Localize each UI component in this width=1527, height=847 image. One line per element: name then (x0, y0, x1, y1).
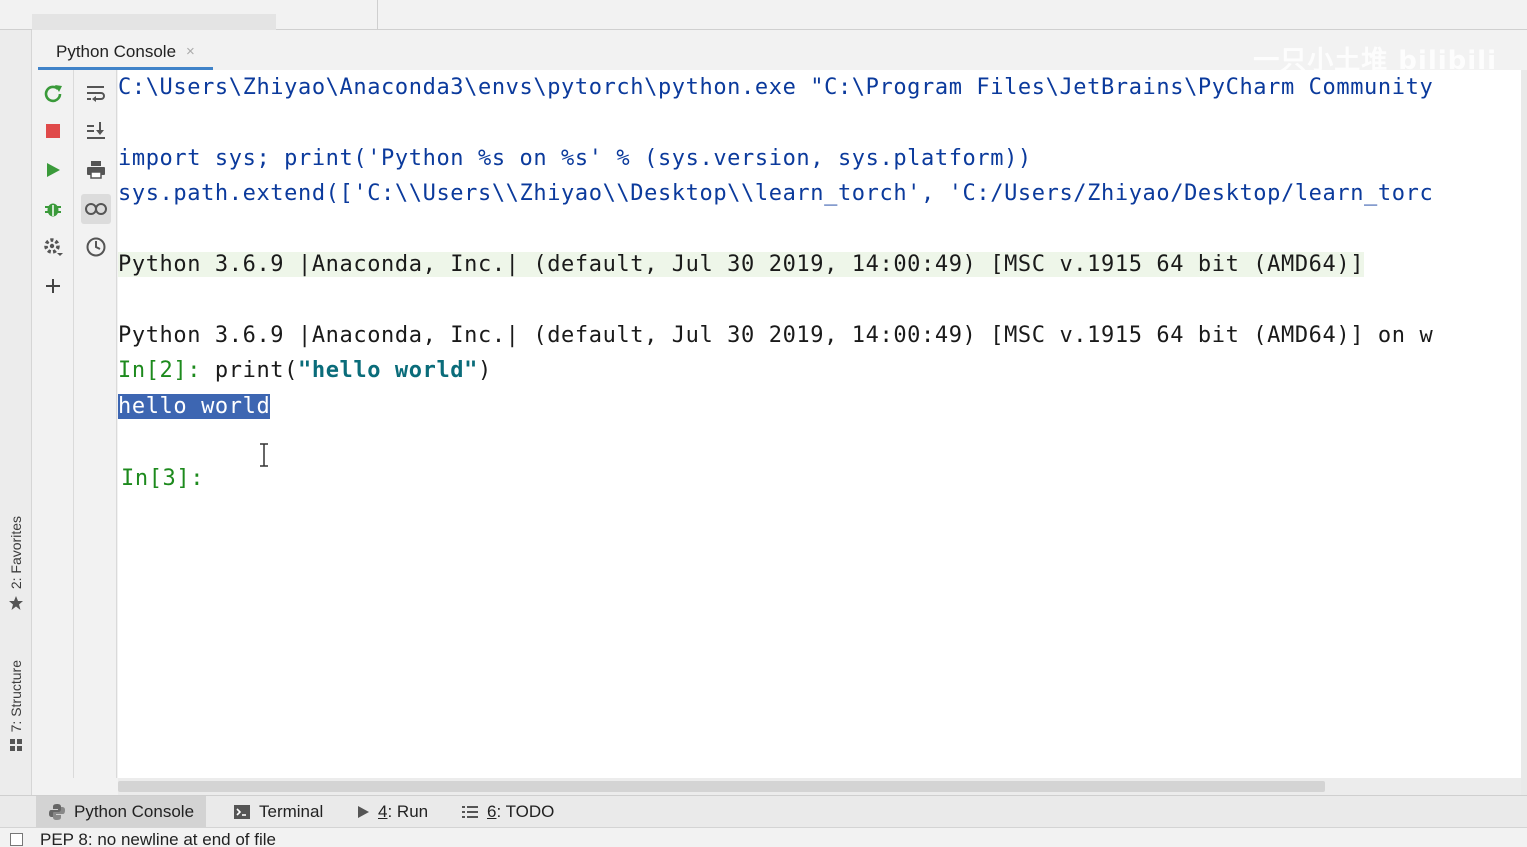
new-console-button[interactable] (38, 271, 68, 301)
terminal-icon (234, 804, 250, 819)
python-banner-text: Python 3.6.9 |Anaconda, Inc.| (default, … (118, 252, 1365, 277)
status-bar: PEP 8: no newline at end of file (0, 827, 1527, 847)
prompt-in-3: In[3]: (121, 466, 218, 491)
history-icon (86, 237, 106, 257)
console-vertical-scrollbar[interactable] (1521, 70, 1527, 795)
stop-icon (46, 124, 60, 138)
settings-button[interactable] (38, 232, 68, 262)
show-variables-icon (85, 203, 107, 215)
console-output[interactable]: C:\Users\Zhiyao\Anaconda3\envs\pytorch\p… (118, 70, 1521, 778)
stop-button[interactable] (38, 116, 68, 146)
todo-tool-tab[interactable]: 6: TODO (449, 796, 566, 827)
new-console-icon (46, 279, 60, 293)
console-view-toolbar (75, 70, 117, 778)
terminal-tool-tab[interactable]: Terminal (221, 796, 335, 827)
bottom-tool-tabs: Python Console Terminal 4: Run 6: TODO (0, 795, 1527, 827)
input-line-3[interactable]: In[3]: (121, 464, 218, 494)
status-toggle-checkbox[interactable] (10, 833, 23, 846)
interpreter-command-line: C:\Users\Zhiyao\Anaconda3\envs\pytorch\p… (118, 75, 1434, 100)
prompt-in-2: In[2]: (118, 358, 215, 383)
todo-label-text: : TODO (496, 801, 555, 821)
left-tool-stripe: 2: Favorites 7: Structure (0, 30, 32, 795)
structure-tool-button[interactable]: 7: Structure (4, 660, 28, 752)
editor-separator (377, 0, 378, 30)
print-icon (87, 161, 105, 179)
horizontal-scroll-thumb[interactable] (118, 781, 1325, 792)
rerun-icon (44, 85, 62, 103)
execute-icon (47, 163, 60, 177)
todo-list-icon (462, 805, 478, 818)
soft-wrap-button[interactable] (81, 78, 111, 108)
python-console-tab[interactable]: Python Console × (38, 36, 213, 70)
python-console-tool-tab[interactable]: Python Console (36, 796, 207, 827)
run-tool-tab-label: 4: Run (378, 802, 428, 822)
selected-output-text[interactable]: hello world (118, 394, 271, 419)
print-button[interactable] (81, 155, 111, 185)
status-message: PEP 8: no newline at end of file (40, 830, 276, 847)
console-horizontal-scrollbar[interactable] (118, 778, 1521, 795)
soft-wrap-icon (87, 86, 105, 102)
python-banner-line: Python 3.6.9 |Anaconda, Inc.| (default, … (118, 250, 1365, 280)
close-icon[interactable]: × (186, 43, 195, 60)
sys-path-extend-line: sys.path.extend(['C:\\Users\\Zhiyao\\Des… (118, 181, 1434, 206)
debug-icon (45, 203, 61, 217)
structure-icon (10, 739, 22, 752)
text-cursor-icon (260, 443, 268, 467)
scroll-to-end-icon (87, 122, 105, 139)
scroll-to-end-button[interactable] (81, 116, 111, 146)
run-tool-tab[interactable]: 4: Run (344, 796, 440, 827)
print-call: print( (214, 358, 298, 383)
favorites-label: 2: Favorites (8, 516, 24, 590)
console-action-toolbar (32, 70, 74, 778)
structure-label: 7: Structure (8, 660, 24, 733)
rerun-button[interactable] (38, 78, 68, 108)
string-literal: "hello world" (298, 358, 478, 383)
star-icon (9, 596, 23, 611)
editor-top-strip (0, 0, 1527, 30)
console-tool-window-header: Python Console × 一只小土堆 bilibili (32, 30, 1527, 76)
python-icon (49, 803, 65, 820)
settings-icon (44, 238, 63, 256)
favorites-tool-button[interactable]: 2: Favorites (4, 516, 28, 611)
run-icon (358, 805, 369, 818)
todo-tool-tab-label: 6: TODO (487, 802, 554, 822)
print-call-close: ) (478, 358, 492, 383)
input-line-2: In[2]: print("hello world") (118, 356, 492, 386)
execute-button[interactable] (38, 155, 68, 185)
show-variables-button[interactable] (81, 194, 111, 224)
python-console-tool-tab-label: Python Console (74, 801, 195, 821)
output-line-2: hello world (118, 392, 271, 422)
editor-scroll-remnant (32, 14, 276, 30)
import-sys-line: import sys; print('Python %s on %s' % (s… (118, 146, 1032, 171)
terminal-tool-tab-label: Terminal (259, 801, 324, 821)
python-console-tab-label: Python Console (56, 41, 177, 61)
run-label-text: : Run (387, 801, 429, 821)
python-version-line: Python 3.6.9 |Anaconda, Inc.| (default, … (118, 323, 1434, 348)
debug-button[interactable] (38, 194, 68, 224)
history-button[interactable] (81, 232, 111, 262)
